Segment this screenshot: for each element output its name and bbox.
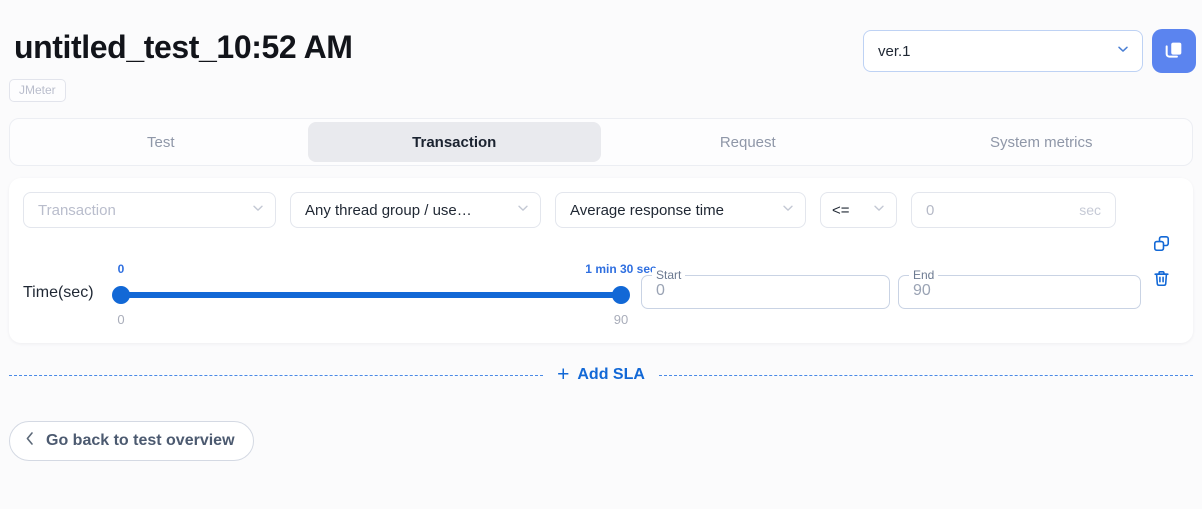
slider-track[interactable]: [121, 292, 621, 298]
slider-max-tick: 90: [613, 312, 629, 327]
divider-left: [9, 374, 544, 376]
sla-condition-row: Transaction Any thread group / use… Aver…: [23, 192, 1116, 228]
version-select[interactable]: ver.1: [863, 30, 1143, 72]
sla-operator-select[interactable]: <=: [820, 192, 897, 228]
sla-threshold-input[interactable]: 0 sec: [911, 192, 1116, 228]
sla-threshold-unit: sec: [1079, 202, 1101, 218]
plus-icon: +: [557, 363, 570, 386]
sla-metric-select[interactable]: Average response time: [555, 192, 806, 228]
sla-thread-group-select[interactable]: Any thread group / use…: [290, 192, 541, 228]
sla-time-range: Time(sec) 0 1 min 30 sec 0 90 Start 0 En…: [23, 250, 1179, 330]
time-range-label: Time(sec): [23, 284, 94, 301]
duplicate-test-button[interactable]: [1152, 29, 1196, 73]
chevron-down-icon: [781, 201, 795, 219]
start-input[interactable]: Start 0: [641, 268, 890, 309]
time-range-slider[interactable]: 0 1 min 30 sec 0 90: [112, 250, 657, 330]
trash-icon[interactable]: [1152, 269, 1171, 288]
sla-transaction-value: Transaction: [38, 201, 116, 219]
chevron-down-icon: [1116, 42, 1130, 60]
start-input-label: Start: [652, 268, 686, 282]
sla-threshold-value: 0: [926, 201, 935, 219]
sla-row-actions: [1152, 234, 1171, 288]
tab-request[interactable]: Request: [601, 122, 895, 162]
start-input-value: 0: [656, 282, 665, 299]
sla-metric-value: Average response time: [570, 201, 724, 219]
page-footer: Go back to test overview: [9, 421, 1202, 461]
copy-icon: [1163, 39, 1185, 64]
slider-start-value-label: 0: [117, 262, 125, 276]
slider-end-value-label: 1 min 30 sec: [585, 262, 657, 276]
tab-test[interactable]: Test: [14, 122, 308, 162]
page-header: untitled_test_10:52 AM JMeter ver.1: [0, 0, 1202, 118]
divider-right: [658, 374, 1193, 376]
sla-operator-value: <=: [832, 201, 850, 219]
slider-min-tick: 0: [117, 312, 125, 327]
end-input-value: 90: [913, 282, 931, 299]
sla-transaction-select[interactable]: Transaction: [23, 192, 276, 228]
tool-badge: JMeter: [9, 79, 66, 102]
end-input[interactable]: End 90: [898, 268, 1141, 309]
tab-system-metrics[interactable]: System metrics: [895, 122, 1189, 162]
slider-thumb-start[interactable]: [112, 286, 130, 304]
duplicate-icon[interactable]: [1152, 234, 1171, 253]
sla-thread-group-value: Any thread group / use…: [305, 201, 472, 219]
chevron-down-icon: [872, 201, 886, 219]
sla-card: Transaction Any thread group / use… Aver…: [9, 178, 1193, 343]
add-sla-label: Add SLA: [577, 366, 645, 383]
slider-thumb-end[interactable]: [612, 286, 630, 304]
go-back-button[interactable]: Go back to test overview: [9, 421, 254, 461]
end-input-label: End: [909, 268, 939, 282]
page-title: untitled_test_10:52 AM: [14, 29, 353, 65]
chevron-left-icon: [24, 431, 36, 451]
go-back-label: Go back to test overview: [46, 432, 235, 449]
add-sla-button[interactable]: + Add SLA: [557, 363, 645, 386]
add-sla-row: + Add SLA: [9, 363, 1193, 386]
chevron-down-icon: [251, 201, 265, 219]
section-tabs: Test Transaction Request System metrics: [9, 118, 1193, 166]
chevron-down-icon: [516, 201, 530, 219]
version-select-value: ver.1: [878, 42, 911, 60]
tab-transaction[interactable]: Transaction: [307, 122, 601, 162]
